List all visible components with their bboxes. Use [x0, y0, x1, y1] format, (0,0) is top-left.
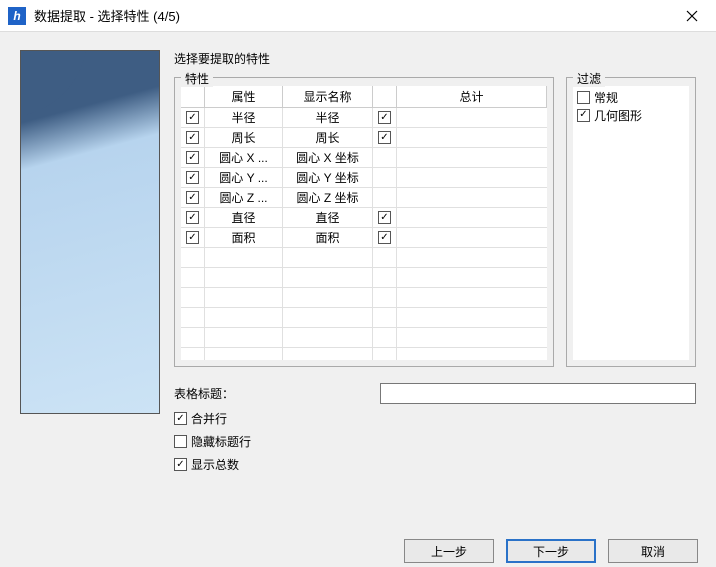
show-totals-checkbox[interactable]: [174, 458, 187, 471]
attr-cell[interactable]: 圆心 Z ...: [205, 188, 283, 207]
table-title-input[interactable]: [380, 383, 696, 404]
table-row[interactable]: 面积面积: [181, 228, 547, 248]
hide-header-checkbox[interactable]: [174, 435, 187, 448]
filter-label: 常规: [594, 89, 618, 106]
table-row: [181, 288, 547, 308]
header-sum-check: [373, 86, 397, 108]
header-attr-check: [181, 86, 205, 108]
table-row: [181, 328, 547, 348]
merge-rows-checkbox[interactable]: [174, 412, 187, 425]
attr-cell[interactable]: 面积: [205, 228, 283, 247]
table-header: 属性 显示名称 总计: [181, 86, 547, 108]
properties-legend: 特性: [181, 70, 213, 87]
sum-cell: [397, 148, 547, 167]
filter-item[interactable]: 几何图形: [577, 106, 685, 124]
sum-cell: [397, 128, 547, 147]
display-cell[interactable]: 面积: [283, 228, 373, 247]
table-row: [181, 308, 547, 328]
display-cell[interactable]: 半径: [283, 108, 373, 127]
attr-cell[interactable]: 直径: [205, 208, 283, 227]
mid-row: 特性 属性 显示名称 总计 半径半径周长周长圆心 X ...圆心 X 坐标圆心 …: [174, 77, 696, 367]
properties-table: 属性 显示名称 总计 半径半径周长周长圆心 X ...圆心 X 坐标圆心 Y .…: [181, 86, 547, 360]
dialog-body: 选择要提取的特性 特性 属性 显示名称 总计 半径半径周长周长圆心 X ...圆…: [0, 32, 716, 533]
sum-checkbox[interactable]: [378, 131, 391, 144]
table-row[interactable]: 圆心 Y ...圆心 Y 坐标: [181, 168, 547, 188]
sum-checkbox[interactable]: [378, 111, 391, 124]
cancel-button[interactable]: 取消: [608, 539, 698, 563]
header-sum[interactable]: 总计: [397, 86, 547, 108]
table-row[interactable]: 直径直径: [181, 208, 547, 228]
display-cell[interactable]: 周长: [283, 128, 373, 147]
filter-legend: 过滤: [573, 70, 605, 87]
attr-cell[interactable]: 圆心 Y ...: [205, 168, 283, 187]
display-cell[interactable]: 圆心 X 坐标: [283, 148, 373, 167]
attr-checkbox[interactable]: [186, 171, 199, 184]
table-row: [181, 268, 547, 288]
hide-header-label: 隐藏标题行: [191, 433, 251, 450]
attr-checkbox[interactable]: [186, 231, 199, 244]
back-button[interactable]: 上一步: [404, 539, 494, 563]
display-cell[interactable]: 圆心 Z 坐标: [283, 188, 373, 207]
button-bar: 上一步 下一步 取消: [0, 533, 716, 567]
display-cell[interactable]: 直径: [283, 208, 373, 227]
sum-cell: [397, 228, 547, 247]
main-column: 选择要提取的特性 特性 属性 显示名称 总计 半径半径周长周长圆心 X ...圆…: [174, 50, 696, 519]
merge-rows-option[interactable]: 合并行: [174, 410, 696, 427]
show-totals-label: 显示总数: [191, 456, 239, 473]
app-icon: h: [8, 7, 26, 25]
table-row[interactable]: 圆心 Z ...圆心 Z 坐标: [181, 188, 547, 208]
sum-cell: [397, 188, 547, 207]
filter-item[interactable]: 常规: [577, 88, 685, 106]
filter-checkbox[interactable]: [577, 91, 590, 104]
table-row[interactable]: 周长周长: [181, 128, 547, 148]
attr-cell[interactable]: 圆心 X ...: [205, 148, 283, 167]
wizard-preview-image: [20, 50, 160, 414]
instruction-text: 选择要提取的特性: [174, 50, 696, 67]
merge-rows-label: 合并行: [191, 410, 227, 427]
filter-list: 常规几何图形: [573, 86, 689, 360]
filter-checkbox[interactable]: [577, 109, 590, 122]
window-title: 数据提取 - 选择特性 (4/5): [34, 6, 672, 25]
table-row: [181, 248, 547, 268]
table-title-row: 表格标题：: [174, 383, 696, 404]
filter-group: 过滤 常规几何图形: [566, 77, 696, 367]
table-row[interactable]: 圆心 X ...圆心 X 坐标: [181, 148, 547, 168]
properties-group: 特性 属性 显示名称 总计 半径半径周长周长圆心 X ...圆心 X 坐标圆心 …: [174, 77, 554, 367]
show-totals-option[interactable]: 显示总数: [174, 456, 696, 473]
filter-label: 几何图形: [594, 107, 642, 124]
hide-header-option[interactable]: 隐藏标题行: [174, 433, 696, 450]
attr-checkbox[interactable]: [186, 151, 199, 164]
header-attr[interactable]: 属性: [205, 86, 283, 108]
attr-checkbox[interactable]: [186, 191, 199, 204]
sum-checkbox[interactable]: [378, 231, 391, 244]
sum-cell: [397, 168, 547, 187]
header-display[interactable]: 显示名称: [283, 86, 373, 108]
attr-checkbox[interactable]: [186, 131, 199, 144]
attr-checkbox[interactable]: [186, 211, 199, 224]
attr-cell[interactable]: 周长: [205, 128, 283, 147]
display-cell[interactable]: 圆心 Y 坐标: [283, 168, 373, 187]
titlebar: h 数据提取 - 选择特性 (4/5): [0, 0, 716, 32]
close-button[interactable]: [672, 0, 712, 32]
sum-cell: [397, 208, 547, 227]
attr-checkbox[interactable]: [186, 111, 199, 124]
close-icon: [686, 10, 698, 22]
attr-cell[interactable]: 半径: [205, 108, 283, 127]
next-button[interactable]: 下一步: [506, 539, 596, 563]
sum-checkbox[interactable]: [378, 211, 391, 224]
table-title-label: 表格标题：: [174, 385, 374, 402]
sum-cell: [397, 108, 547, 127]
table-row[interactable]: 半径半径: [181, 108, 547, 128]
table-body: 半径半径周长周长圆心 X ...圆心 X 坐标圆心 Y ...圆心 Y 坐标圆心…: [181, 108, 547, 360]
table-row: [181, 348, 547, 360]
wizard-dialog: h 数据提取 - 选择特性 (4/5) 选择要提取的特性 特性 属性 显示名称: [0, 0, 716, 567]
